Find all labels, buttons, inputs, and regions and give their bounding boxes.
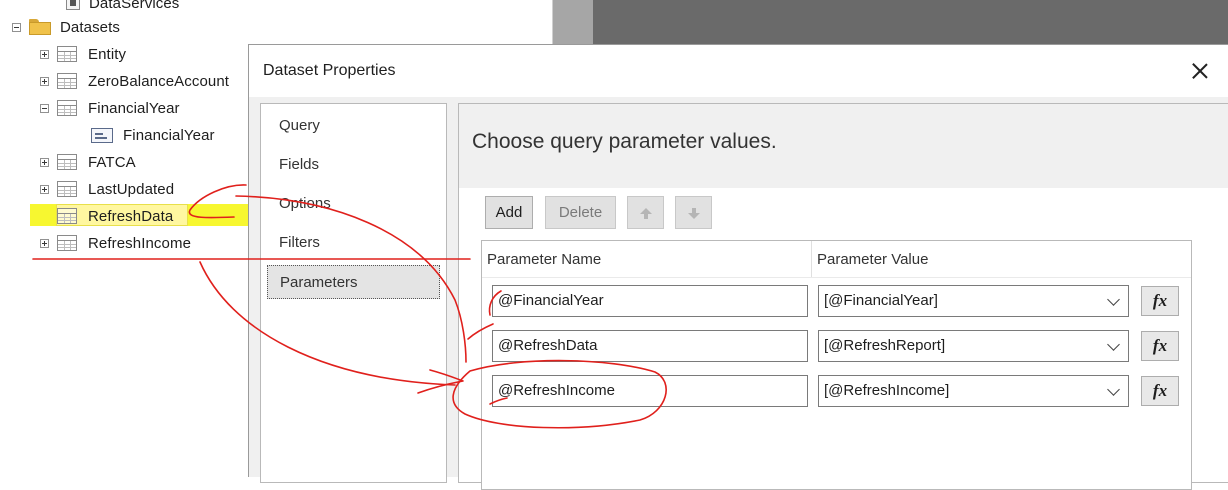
tree-item-label: RefreshData	[88, 207, 174, 225]
column-header-parameter-name: Parameter Name	[487, 251, 602, 268]
nav-item-fields[interactable]: Fields	[267, 148, 440, 182]
tree-item-label: FinancialYear	[123, 126, 215, 144]
expression-button[interactable]: fx	[1141, 376, 1179, 406]
tree-item-fatca[interactable]: FATCA	[40, 150, 136, 174]
field-icon	[91, 127, 113, 143]
dialog-nav: Query Fields Options Filters Parameters	[260, 103, 447, 483]
arrow-up-icon	[639, 207, 652, 219]
expand-icon[interactable]	[40, 76, 49, 86]
expression-button[interactable]: fx	[1141, 286, 1179, 316]
nav-item-options[interactable]: Options	[267, 187, 440, 221]
parameter-name-input[interactable]: @RefreshIncome	[492, 375, 808, 407]
parameter-value-text: [@FinancialYear]	[824, 292, 938, 309]
chevron-down-icon[interactable]	[1107, 293, 1120, 306]
dataset-properties-dialog: Dataset Properties Query Fields Options …	[248, 44, 1228, 490]
page-header: Choose query parameter values.	[459, 104, 1228, 188]
nav-item-parameters[interactable]: Parameters	[267, 265, 440, 299]
dialog-title: Dataset Properties	[263, 62, 396, 79]
tree-item-entity[interactable]: Entity	[40, 42, 126, 66]
tree-item-label: FinancialYear	[88, 99, 180, 117]
tree-item-dataservices[interactable]: DataServices	[66, 0, 179, 15]
tree-item-financialyear-field[interactable]: FinancialYear	[91, 123, 215, 147]
tree-item-lastupdated[interactable]: LastUpdated	[40, 177, 174, 201]
page-heading: Choose query parameter values.	[472, 130, 777, 153]
expand-icon[interactable]	[40, 238, 49, 248]
header-divider	[482, 277, 1191, 278]
delete-button[interactable]: Delete	[545, 196, 616, 229]
dataset-table-icon	[57, 208, 77, 224]
arrow-down-icon	[687, 207, 700, 219]
tree-item-refreshincome[interactable]: RefreshIncome	[40, 231, 191, 255]
parameters-page: Choose query parameter values. Add Delet…	[458, 103, 1228, 490]
tree-item-label: FATCA	[88, 153, 136, 171]
dataset-table-icon	[57, 181, 77, 197]
parameter-name-input[interactable]: @FinancialYear	[492, 285, 808, 317]
parameter-value-text: [@RefreshReport]	[824, 337, 946, 354]
expand-icon[interactable]	[40, 157, 49, 167]
tree-item-label: Datasets	[60, 18, 120, 36]
tree-item-label: ZeroBalanceAccount	[88, 72, 230, 90]
collapse-icon[interactable]	[40, 103, 49, 113]
tree-item-label: DataServices	[89, 0, 180, 12]
folder-icon	[29, 19, 51, 35]
tree-item-label: RefreshIncome	[88, 234, 192, 252]
tree-item-financialyear[interactable]: FinancialYear	[40, 96, 180, 120]
parameter-value-select[interactable]: [@RefreshIncome]	[818, 375, 1129, 407]
close-icon[interactable]	[1186, 57, 1214, 85]
tree-item-zerobalanceaccount[interactable]: ZeroBalanceAccount	[40, 69, 229, 93]
parameters-grid: Parameter Name Parameter Value @Financia…	[481, 240, 1192, 490]
expand-icon[interactable]	[40, 49, 49, 59]
column-header-parameter-value: Parameter Value	[817, 251, 929, 268]
dataset-table-icon	[57, 235, 77, 251]
expression-button[interactable]: fx	[1141, 331, 1179, 361]
dialog-titlebar: Dataset Properties	[249, 45, 1228, 97]
datasource-icon	[66, 0, 80, 10]
parameter-name-input[interactable]: @RefreshData	[492, 330, 808, 362]
column-divider	[811, 241, 812, 277]
dataset-table-icon	[57, 100, 77, 116]
expand-icon[interactable]	[40, 184, 49, 194]
move-up-button[interactable]	[627, 196, 664, 229]
collapse-icon[interactable]	[12, 22, 21, 32]
chevron-down-icon[interactable]	[1107, 383, 1120, 396]
add-button[interactable]: Add	[485, 196, 533, 229]
tree-item-label: Entity	[88, 45, 127, 63]
move-down-button[interactable]	[675, 196, 712, 229]
parameter-value-select[interactable]: [@FinancialYear]	[818, 285, 1129, 317]
tree-item-label: LastUpdated	[88, 180, 175, 198]
tree-item-refreshdata[interactable]: RefreshData	[57, 204, 173, 228]
dataset-table-icon	[57, 73, 77, 89]
parameter-value-select[interactable]: [@RefreshReport]	[818, 330, 1129, 362]
dataset-table-icon	[57, 154, 77, 170]
tree-item-datasets[interactable]: Datasets	[12, 15, 120, 39]
nav-item-filters[interactable]: Filters	[267, 226, 440, 260]
chevron-down-icon[interactable]	[1107, 338, 1120, 351]
parameter-value-text: [@RefreshIncome]	[824, 382, 950, 399]
dataset-table-icon	[57, 46, 77, 62]
nav-item-query[interactable]: Query	[267, 109, 440, 143]
